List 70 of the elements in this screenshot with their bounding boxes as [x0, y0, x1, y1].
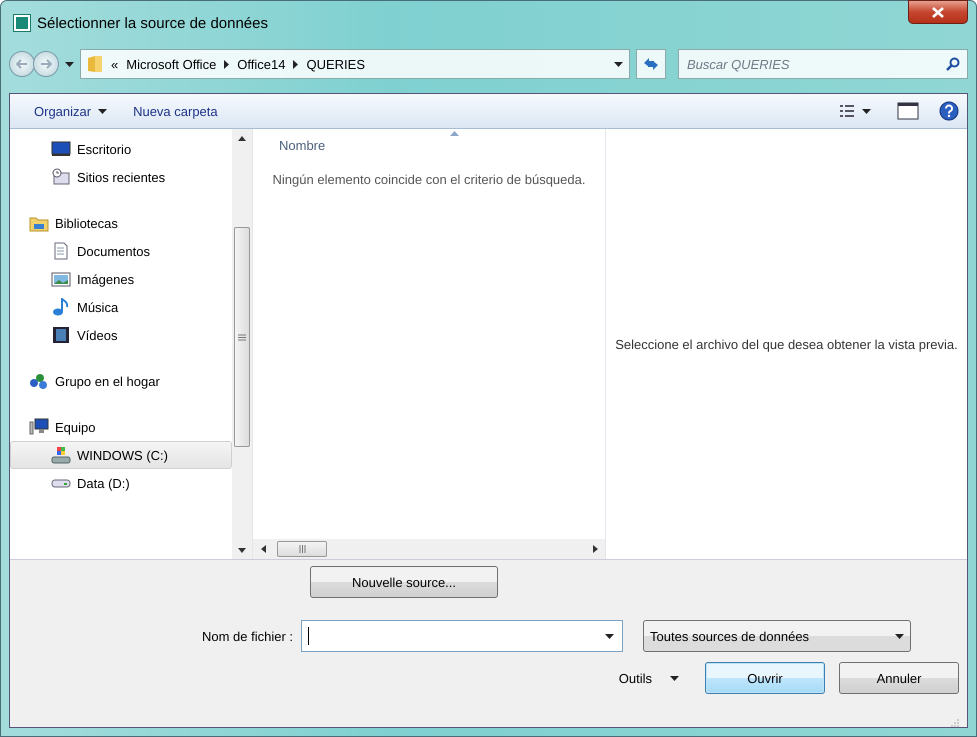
picture-icon	[51, 270, 71, 288]
folder-icon	[87, 55, 103, 73]
homegroup-icon	[29, 372, 49, 390]
column-header[interactable]: Nombre	[279, 138, 326, 152]
sort-arrow-icon	[450, 131, 459, 136]
scrollbar-thumb[interactable]	[234, 227, 250, 447]
breadcrumb[interactable]: QUERIES	[306, 56, 365, 72]
monitor-icon	[51, 140, 71, 158]
nav-item[interactable]: Bibliotecas	[10, 209, 232, 237]
caret-icon	[895, 634, 904, 638]
nav-item[interactable]: Grupo en el hogar	[10, 367, 232, 395]
right-arrow-icon	[40, 59, 52, 69]
search-icon[interactable]	[946, 57, 960, 71]
nav-item[interactable]: Vídeos	[10, 321, 232, 349]
help-icon[interactable]	[939, 101, 959, 121]
preview-pane-icon[interactable]	[897, 102, 919, 120]
new-folder-button[interactable]: Nueva carpeta	[127, 100, 224, 122]
film-icon	[51, 326, 71, 344]
file-name-label: Nom de fichier :	[202, 628, 294, 644]
computer-icon	[29, 418, 49, 436]
forward-button[interactable]	[33, 51, 59, 77]
list-view-icon	[839, 104, 855, 118]
caret-icon	[98, 108, 108, 114]
scrollbar-thumb[interactable]	[277, 541, 327, 557]
breadcrumb-arrow-icon	[293, 60, 298, 68]
nav-item[interactable]: Documentos	[10, 237, 232, 265]
close-icon	[932, 6, 944, 18]
drive-icon	[51, 478, 71, 488]
empty-message: Ningún elemento coincide con el criterio de búsqueda.	[272, 172, 586, 187]
file-name-field[interactable]	[301, 620, 624, 652]
overflow-chevron[interactable]: «	[111, 56, 118, 72]
refresh-arrows-icon	[642, 57, 660, 71]
up-arrow-icon	[238, 136, 246, 140]
right-arrow-icon	[592, 545, 598, 553]
close-button[interactable]	[908, 0, 968, 24]
resize-grip-icon[interactable]	[951, 719, 959, 727]
nav-item[interactable]: WINDOWS (C:)	[10, 441, 232, 469]
preview-message: Seleccione el archivo del que desea obtener la vista previa.	[615, 336, 958, 354]
left-arrow-icon	[16, 59, 28, 69]
tools-menu[interactable]: Outils	[614, 666, 683, 690]
search-field[interactable]: Buscar QUERIES	[678, 49, 968, 79]
caret-icon	[670, 676, 679, 680]
organize-menu[interactable]: Organizar	[28, 100, 114, 122]
music-note-icon	[51, 298, 71, 316]
breadcrumb[interactable]: Microsoft Office	[126, 56, 216, 72]
nav-item[interactable]: Equipo	[10, 413, 232, 441]
file-type-dropdown[interactable]: Toutes sources de données	[643, 620, 912, 652]
dropdown-caret-icon[interactable]	[605, 634, 614, 639]
dropdown-caret-icon	[614, 62, 623, 66]
new-source-button[interactable]: Nouvelle source...	[310, 566, 498, 598]
nav-item[interactable]: Imágenes	[10, 265, 232, 293]
down-arrow-icon	[238, 548, 246, 552]
caret-icon	[862, 108, 871, 114]
drive-icon	[51, 446, 71, 464]
history-caret-icon	[65, 62, 74, 66]
breadcrumb[interactable]: Office14	[237, 56, 286, 72]
nav-item[interactable]: Sitios recientes	[10, 163, 232, 191]
window-title: Sélectionner la source de données	[37, 14, 269, 32]
clock-icon	[51, 168, 71, 186]
nav-item[interactable]: Música	[10, 293, 232, 321]
open-button[interactable]: Ouvrir	[705, 662, 825, 694]
app-icon	[13, 14, 31, 32]
cancel-button[interactable]: Annuler	[839, 662, 959, 694]
left-arrow-icon	[260, 545, 266, 553]
nav-item[interactable]: Escritorio	[10, 135, 232, 163]
breadcrumb-arrow-icon	[224, 60, 230, 68]
nav-item[interactable]: Data (D:)	[10, 469, 232, 497]
back-button[interactable]	[9, 51, 35, 77]
address-bar[interactable]: « Microsoft Office Office14 QUERIES	[80, 49, 630, 79]
refresh-button[interactable]	[636, 49, 666, 79]
